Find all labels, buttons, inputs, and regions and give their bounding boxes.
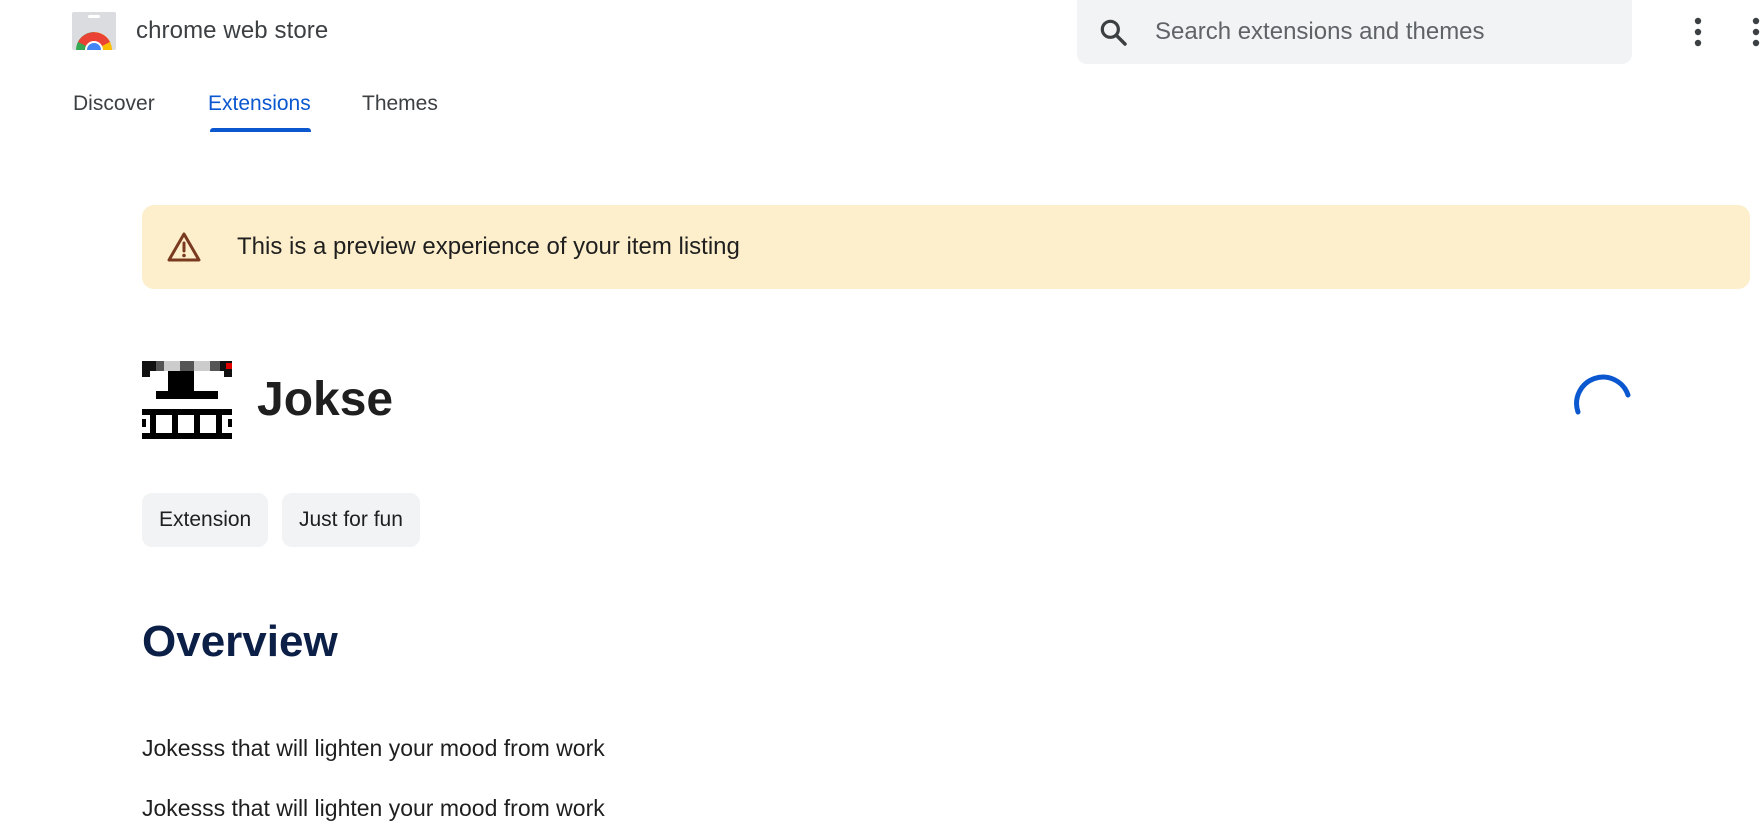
search-icon[interactable] (1097, 16, 1129, 48)
chrome-web-store-logo[interactable] (72, 12, 116, 59)
tab-discover[interactable]: Discover (73, 92, 155, 116)
loading-spinner (1572, 374, 1632, 434)
tab-extensions[interactable]: Extensions (208, 92, 311, 116)
apps-icon[interactable] (1748, 14, 1764, 50)
active-tab-indicator (210, 128, 311, 132)
overview-description-line: Jokesss that will lighten your mood from… (142, 735, 605, 761)
brand-name[interactable]: chrome web store (136, 17, 328, 45)
chip-extension[interactable]: Extension (142, 493, 269, 547)
top-header: chrome web store (0, 0, 1764, 64)
preview-banner: This is a preview experience of your ite… (142, 205, 1750, 289)
item-title: Jokse (257, 373, 394, 426)
search-box[interactable] (1077, 0, 1632, 64)
category-tabs: Discover Extensions Themes (0, 64, 1764, 140)
jokse-item-icon (142, 361, 232, 443)
search-input[interactable] (1153, 14, 1613, 50)
warning-icon (166, 230, 202, 264)
overview-description-line: Jokesss that will lighten your mood from… (142, 795, 605, 821)
chip-just-for-fun[interactable]: Just for fun (282, 493, 420, 547)
tab-themes[interactable]: Themes (362, 92, 438, 116)
overview-heading: Overview (142, 617, 338, 666)
banner-message: This is a preview experience of your ite… (237, 233, 740, 260)
more-vert-icon[interactable] (1683, 14, 1713, 50)
